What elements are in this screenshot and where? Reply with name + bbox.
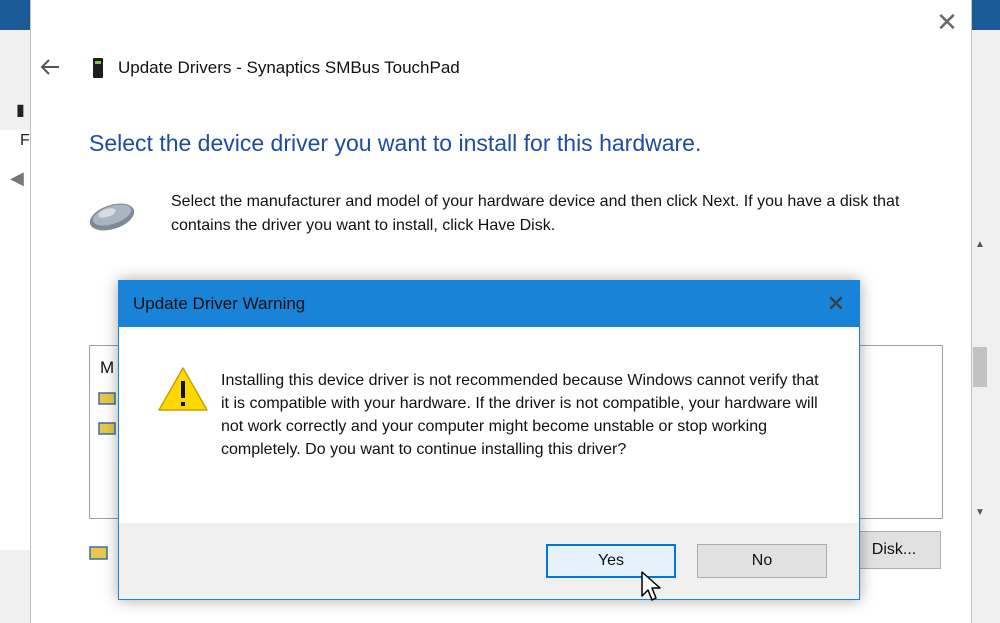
background-menu-letter: F xyxy=(20,132,30,149)
window-title: Update Drivers - Synaptics SMBus TouchPa… xyxy=(118,58,460,77)
background-back-icon: ◀ xyxy=(10,168,24,188)
touchpad-chip-icon xyxy=(93,58,103,78)
driver-item-icon[interactable] xyxy=(98,422,116,436)
instructions-text: Select the manufacturer and model of you… xyxy=(171,193,900,234)
background-tree-pane xyxy=(0,130,31,550)
driver-item-icon[interactable] xyxy=(98,392,116,406)
update-driver-warning-dialog: Update Driver Warning ✕ Installing this … xyxy=(118,280,860,600)
signed-driver-icon xyxy=(89,546,108,560)
back-arrow-icon[interactable] xyxy=(39,56,61,78)
page-heading: Select the device driver you want to ins… xyxy=(89,130,702,156)
warning-icon xyxy=(158,367,208,411)
no-button[interactable]: No xyxy=(697,544,827,578)
mouse-cursor-icon xyxy=(641,571,661,601)
warning-message: Installing this device driver is not rec… xyxy=(221,372,819,458)
dialog-footer: Yes No xyxy=(119,523,859,599)
dialog-close-icon[interactable]: ✕ xyxy=(819,287,853,321)
dialog-title: Update Driver Warning xyxy=(133,294,306,313)
scroll-thumb[interactable] xyxy=(973,347,987,387)
scroll-up-icon[interactable]: ▲ xyxy=(975,239,985,250)
list-header: M xyxy=(100,358,115,377)
background-toolbar-icon: ▮ xyxy=(16,102,25,119)
dialog-title-bar[interactable]: Update Driver Warning ✕ xyxy=(119,281,859,327)
mouse-icon xyxy=(89,203,135,231)
have-disk-button[interactable]: Disk... xyxy=(847,531,941,569)
close-icon[interactable]: ✕ xyxy=(933,8,961,36)
scroll-down-icon[interactable]: ▼ xyxy=(975,507,985,518)
